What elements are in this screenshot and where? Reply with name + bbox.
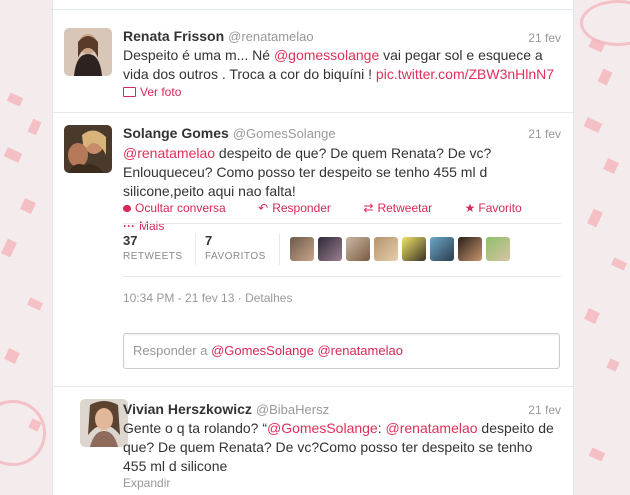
stat-separator — [195, 233, 196, 265]
more-label: Mais — [139, 219, 165, 233]
view-photo-label: Ver foto — [140, 85, 182, 99]
favorites-count: 7 — [205, 233, 213, 248]
tweet-text-part: : — [377, 420, 386, 436]
user-avatar[interactable] — [374, 237, 398, 261]
user-avatar[interactable] — [430, 237, 454, 261]
avatar-solange[interactable] — [64, 125, 112, 173]
tweet-time[interactable]: 21 fev — [528, 31, 561, 45]
user-avatar[interactable] — [290, 237, 314, 261]
mention-link[interactable]: @renatamelao — [386, 420, 478, 436]
mention-link[interactable]: @renatamelao — [123, 145, 215, 161]
tweet-text-part: despeito de que? De quem Renata? De vc? — [215, 145, 492, 161]
author-name[interactable]: Solange Gomes — [123, 125, 229, 141]
details-link[interactable]: Detalhes — [245, 291, 292, 305]
favorite-button[interactable]: ★ Favorito — [465, 201, 536, 215]
tweet-text-part: vida dos outros . Troca a cor do biquíni… — [123, 66, 376, 82]
tweet-time[interactable]: 21 fev — [528, 127, 561, 141]
user-avatar[interactable] — [402, 237, 426, 261]
avatar-renata[interactable] — [64, 28, 112, 76]
tweet-text-part: Despeito é uma m... Né — [123, 47, 274, 63]
retweets-label: RETWEETS — [123, 251, 183, 262]
favoriters-avatars — [290, 237, 514, 266]
reply-button[interactable]: ↶ Responder — [258, 201, 345, 215]
author-name[interactable]: Vivian Herszkowicz — [123, 401, 252, 417]
tweet-text: @renatamelao despeito de que? De quem Re… — [123, 144, 563, 201]
tweet-text-part: Enlouqueceu? Como posso ter despeito se … — [123, 164, 488, 180]
separator-dot: · — [234, 291, 246, 305]
user-avatar[interactable] — [486, 237, 510, 261]
view-photo-link[interactable]: Ver foto — [123, 85, 181, 99]
ellipsis-icon: ··· — [123, 219, 135, 233]
author-handle[interactable]: @GomesSolange — [233, 126, 336, 141]
avatar-vivian[interactable] — [80, 399, 128, 447]
hide-label: Ocultar conversa — [135, 201, 226, 215]
tweet-text-part: que? De quem Renata? De vc?Como posso te… — [123, 439, 533, 455]
retweet-icon: ⇄ — [363, 201, 374, 215]
reply-label: Responder — [272, 201, 331, 215]
more-button[interactable]: ··· Mais — [123, 219, 178, 233]
user-avatar[interactable] — [346, 237, 370, 261]
divider — [123, 276, 561, 277]
author-handle[interactable]: @renatamelao — [228, 29, 313, 44]
tweet-solange-expanded[interactable]: Solange Gomes @GomesSolange 21 fev @renat… — [53, 113, 573, 383]
tweet-renata[interactable]: Renata Frisson @renatamelao 21 fev Despei… — [53, 18, 573, 108]
mention-link[interactable]: @gomessolange — [274, 47, 379, 63]
author-name[interactable]: Renata Frisson — [123, 28, 224, 44]
tweet-text-part: Gente o q ta rolando? “ — [123, 420, 267, 436]
reply-placeholder-prefix: Responder a — [133, 343, 212, 358]
tweet-text-part: silicone,peito aqui nao falta! — [123, 183, 296, 199]
author-handle[interactable]: @BibaHersz — [256, 402, 329, 417]
tweet-time[interactable]: 21 fev — [528, 403, 561, 417]
hide-conversation-button[interactable]: Ocultar conversa — [123, 201, 240, 215]
retweets-count: 37 — [123, 233, 138, 248]
divider — [123, 223, 561, 224]
favorites-stat[interactable]: 7 FAVORITOS — [205, 233, 266, 262]
tweet-text-part: 455 ml d silicone — [123, 458, 228, 474]
user-avatar[interactable] — [458, 237, 482, 261]
reply-placeholder-mentions: @GomesSolange @renatamelao — [211, 343, 403, 358]
pic-link[interactable]: pic.twitter.com/ZBW3nHlnN7 — [376, 66, 554, 82]
conversation-timeline: Renata Frisson @renatamelao 21 fev Despei… — [52, 0, 574, 495]
full-timestamp[interactable]: 10:34 PM - 21 fev 13 — [123, 291, 234, 305]
speech-bubble-icon — [123, 205, 131, 212]
favorites-label: FAVORITOS — [205, 251, 266, 262]
retweet-label: Retweetar — [377, 201, 433, 215]
reply-input[interactable]: Responder a @GomesSolange @renatamelao — [123, 333, 560, 369]
tweet-text-part: despeito de — [477, 420, 554, 436]
reply-placeholder: Responder a @GomesSolange @renatamelao — [133, 343, 403, 358]
retweet-button[interactable]: ⇄ Retweetar — [363, 201, 446, 215]
tweet-text: Gente o q ta rolando? “@GomesSolange: @r… — [123, 419, 563, 476]
stat-separator — [279, 233, 280, 265]
retweets-stat[interactable]: 37 RETWEETS — [123, 233, 183, 262]
tweet-timestamp-row: 10:34 PM - 21 fev 13 · Detalhes — [123, 291, 292, 305]
tweet-actions: Ocultar conversa ↶ Responder ⇄ Retweetar ★… — [123, 199, 573, 235]
tweet-text: Despeito é uma m... Né @gomessolange vai… — [123, 46, 563, 84]
favorite-label: Favorito — [478, 201, 522, 215]
user-avatar[interactable] — [318, 237, 342, 261]
expand-link[interactable]: Expandir — [123, 476, 170, 490]
mention-link[interactable]: @GomesSolange — [267, 420, 378, 436]
timeline-top-edge — [53, 0, 573, 10]
reply-arrow-icon: ↶ — [258, 201, 269, 215]
tweet-text-part: vai pegar sol e esquece a — [379, 47, 543, 63]
tweet-vivian[interactable]: Vivian Herszkowicz @BibaHersz 21 fev Gent… — [53, 387, 573, 495]
star-icon: ★ — [464, 201, 476, 215]
photo-icon — [123, 87, 136, 97]
